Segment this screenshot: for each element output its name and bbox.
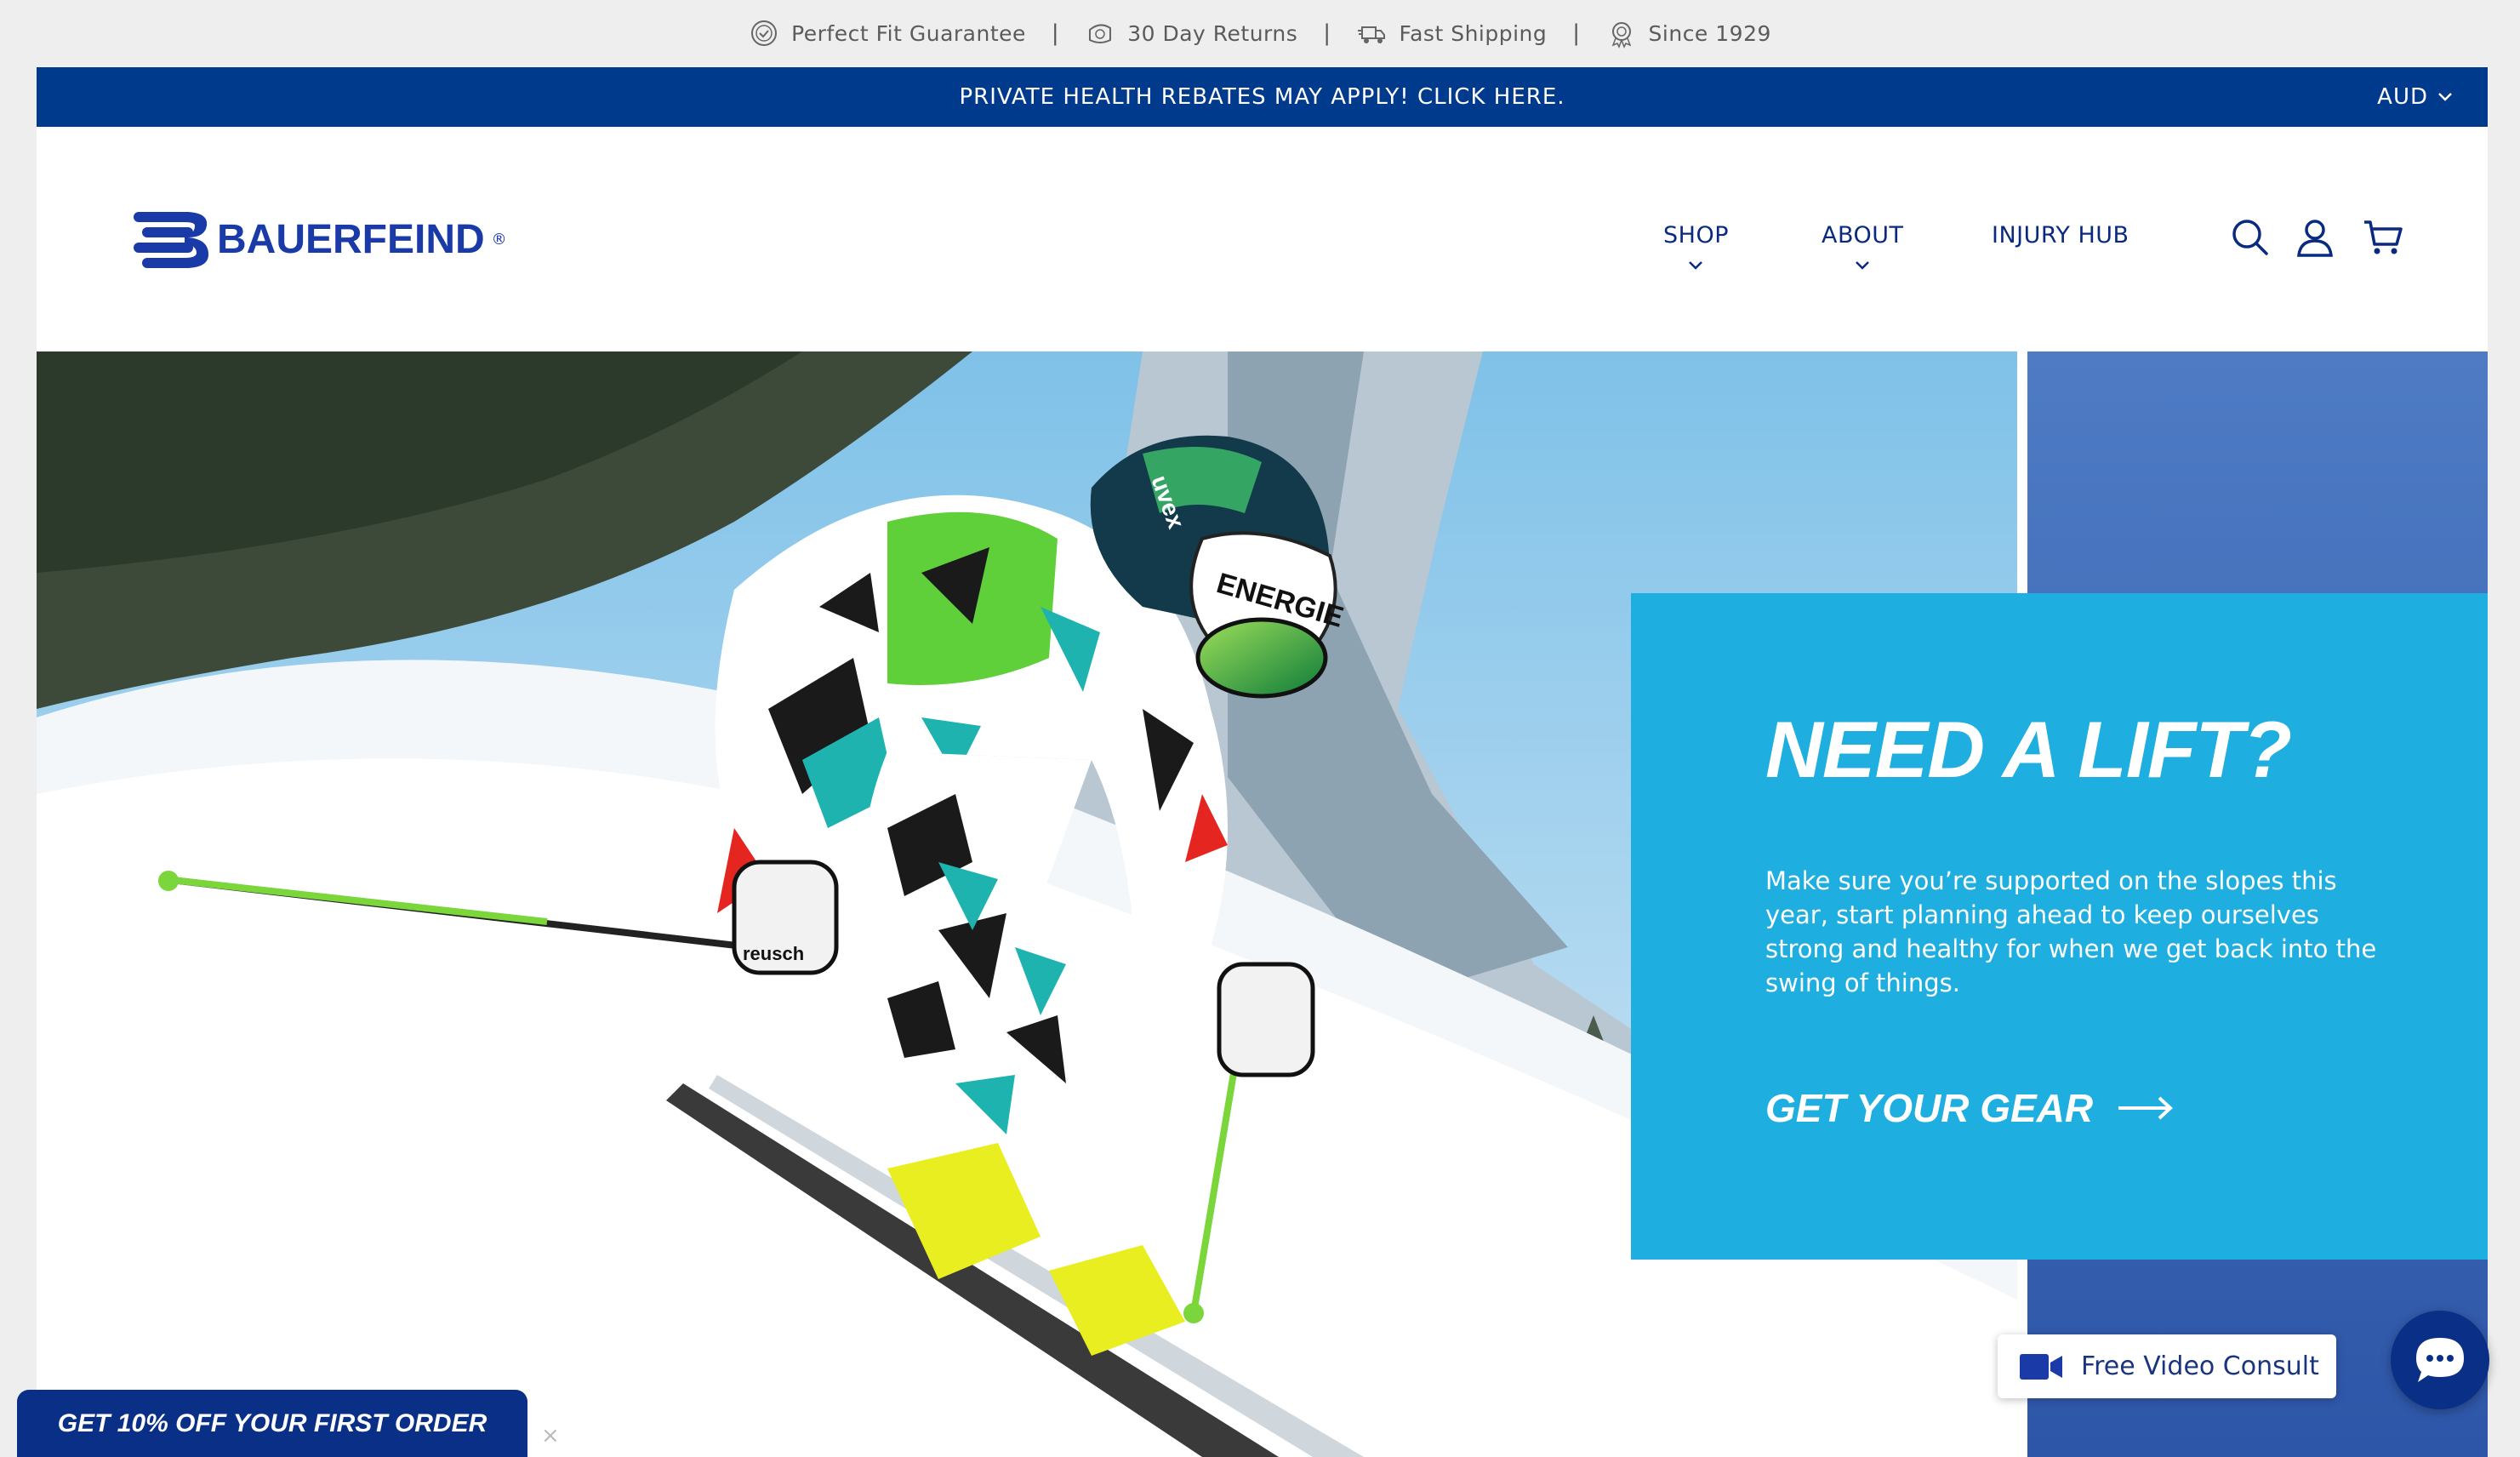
chevron-down-icon xyxy=(1689,261,1703,270)
nav-label: SHOP xyxy=(1663,222,1729,249)
trust-label: Perfect Fit Guarantee xyxy=(791,20,1026,46)
trust-item-fit: Perfect Fit Guarantee xyxy=(749,18,1026,49)
video-camera-icon xyxy=(2020,1353,2062,1380)
close-icon[interactable]: × xyxy=(541,1423,560,1448)
discount-offer-tab[interactable]: GET 10% OFF YOUR FIRST ORDER xyxy=(17,1390,527,1457)
trust-item-since: Since 1929 xyxy=(1606,18,1771,49)
trust-label: Since 1929 xyxy=(1648,20,1771,46)
discount-label: GET 10% OFF YOUR FIRST ORDER xyxy=(57,1408,487,1437)
promo-panel: NEED A LIFT? Make sure you’re supported … xyxy=(1631,593,2488,1260)
chat-bubble-icon xyxy=(2416,1338,2464,1382)
badge-check-icon xyxy=(751,20,778,46)
glove-brand-text: reusch xyxy=(743,943,804,964)
currency-label: AUD xyxy=(2377,84,2428,110)
logo-mark-icon xyxy=(134,212,208,268)
promo-title: NEED A LIFT? xyxy=(1765,705,2292,794)
nav-shop[interactable]: SHOP xyxy=(1663,222,1729,271)
site-header: BAUERFEIND ® SHOP ABOUT INJURY HUB xyxy=(37,127,2488,351)
chevron-down-icon xyxy=(2438,93,2452,101)
award-icon xyxy=(1611,22,1631,49)
logo-text: BAUERFEIND xyxy=(217,216,485,262)
account-icon[interactable] xyxy=(2295,217,2335,258)
trust-separator: | xyxy=(1572,20,1581,46)
hero-banner[interactable]: reusch ENERGIE uvex NEED A LIFT? Make su… xyxy=(37,351,2488,1457)
trust-separator: | xyxy=(1323,20,1331,46)
cart-icon[interactable] xyxy=(2363,217,2403,258)
search-icon[interactable] xyxy=(2230,217,2271,258)
nav-label: ABOUT xyxy=(1822,222,1904,249)
logo-registered-mark: ® xyxy=(491,230,507,249)
trust-separator: | xyxy=(1051,20,1060,46)
truck-icon xyxy=(1357,26,1385,43)
announcement-text[interactable]: PRIVATE HEALTH REBATES MAY APPLY! CLICK … xyxy=(959,84,1565,110)
trust-bar: Perfect Fit Guarantee | 30 Day Returns |… xyxy=(0,0,2520,66)
trust-item-shipping: Fast Shipping xyxy=(1357,18,1548,49)
chat-launcher-button[interactable] xyxy=(2391,1311,2489,1409)
free-video-consult-button[interactable]: Free Video Consult xyxy=(1998,1334,2336,1398)
nav-about[interactable]: ABOUT xyxy=(1822,222,1904,271)
returns-icon xyxy=(1089,24,1112,43)
currency-selector[interactable]: AUD xyxy=(2377,67,2454,127)
trust-label: 30 Day Returns xyxy=(1127,20,1298,46)
promo-body: Make sure you’re supported on the slopes… xyxy=(1765,866,2377,997)
announcement-bar[interactable]: PRIVATE HEALTH REBATES MAY APPLY! CLICK … xyxy=(37,67,2488,127)
nav-label: INJURY HUB xyxy=(1992,222,2129,249)
cta-label: GET YOUR GEAR xyxy=(1765,1086,2094,1130)
nav-injury-hub[interactable]: INJURY HUB xyxy=(1992,222,2129,249)
chevron-down-icon xyxy=(1856,261,1870,270)
trust-label: Fast Shipping xyxy=(1399,20,1548,46)
arrow-right-icon xyxy=(2118,1096,2174,1120)
get-your-gear-link[interactable]: GET YOUR GEAR xyxy=(1765,1085,2175,1131)
trust-item-returns: 30 Day Returns xyxy=(1085,18,1297,49)
logo[interactable]: BAUERFEIND ® xyxy=(132,207,507,271)
video-consult-label: Free Video Consult xyxy=(2081,1351,2319,1381)
